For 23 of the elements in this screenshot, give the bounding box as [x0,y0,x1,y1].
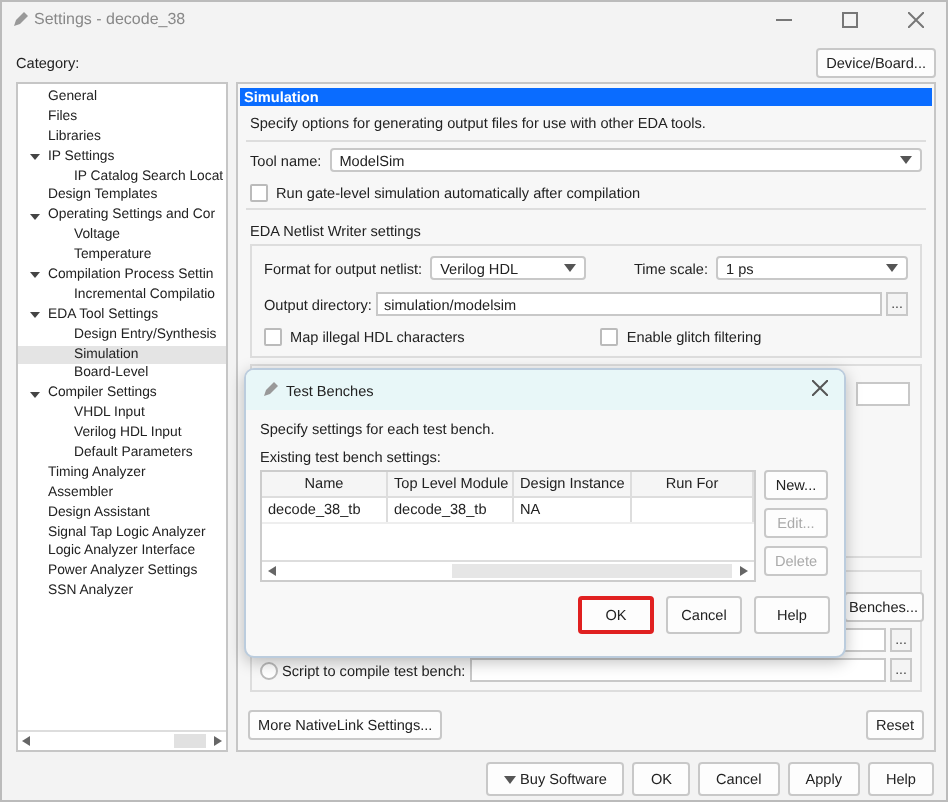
scroll-left-icon [268,566,276,576]
window-title: Settings - decode_38 [34,10,188,28]
scrollbar-thumb[interactable] [452,564,732,578]
caret-icon [564,264,577,272]
close-icon [908,11,924,27]
scroll-right-icon [214,736,222,746]
dropdown-icon [504,776,517,784]
maximize-icon [842,11,858,27]
radio-button[interactable] [260,661,278,679]
pencil-icon [262,382,278,398]
scrollbar-thumb[interactable] [174,734,206,748]
checkbox[interactable] [250,184,268,202]
pencil-icon [12,11,28,27]
scroll-right-icon [740,566,748,576]
close-icon [812,380,828,396]
caret-icon [900,156,912,164]
caret-icon [886,264,898,272]
close-button[interactable] [812,380,828,400]
checkbox[interactable] [264,328,282,346]
scroll-left-icon [22,736,30,746]
text-field[interactable] [856,382,910,406]
checkbox[interactable] [600,328,619,346]
script-field[interactable] [469,658,886,682]
